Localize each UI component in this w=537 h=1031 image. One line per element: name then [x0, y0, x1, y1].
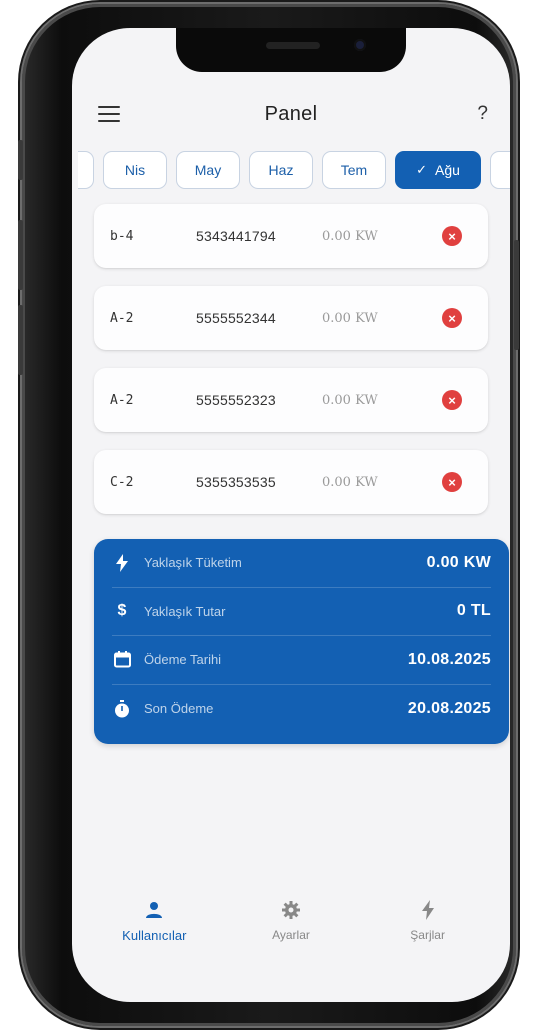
due-date-label: Son Ödeme [144, 701, 214, 717]
month-chip[interactable] [78, 151, 94, 189]
device-usage: 0.00 KW [322, 392, 378, 408]
month-selector: Nis May Haz Tem ✓ Ağu Eyl [72, 151, 510, 191]
month-chip[interactable]: Haz [249, 151, 313, 189]
page-title: Panel [264, 102, 318, 125]
bolt-icon [421, 898, 435, 922]
stopwatch-icon [112, 699, 132, 719]
delete-icon[interactable]: × [442, 226, 462, 246]
consumption-label: Yaklaşık Tüketim [144, 555, 242, 571]
nav-label-charges: Şarjlar [410, 928, 445, 942]
check-icon: ✓ [416, 162, 427, 177]
device-card[interactable]: b-4 5343441794 0.00 KW × [94, 204, 488, 268]
delete-icon[interactable]: × [442, 472, 462, 492]
consumption-value: 0.00 KW [426, 553, 491, 571]
month-chip[interactable]: May [176, 151, 240, 189]
help-icon[interactable]: ? [477, 103, 488, 125]
payment-date-value: 10.08.2025 [407, 650, 491, 668]
calendar-icon [112, 650, 132, 670]
amount-label: Yaklaşık Tutar [144, 603, 226, 619]
device-usage: 0.00 KW [322, 310, 378, 326]
app-screen: Panel ? Nis May Haz Tem ✓ Ağu Eyl b-4 534344179… [72, 28, 510, 1002]
summary-panel: Yaklaşık Tüketim 0.00 KW $ Yaklaşık Tuta… [94, 539, 509, 744]
nav-item-charges[interactable]: Şarjlar [373, 898, 483, 968]
bolt-icon [112, 553, 132, 573]
device-phone: 5355353535 [196, 474, 276, 490]
nav-item-settings[interactable]: Ayarlar [236, 898, 346, 968]
bottom-navigation: Kullanıcılar Ayarlar Şarjlar [72, 898, 510, 968]
device-card[interactable]: A-2 5555552323 0.00 KW × [94, 368, 488, 432]
due-date-value: 20.08.2025 [407, 699, 491, 717]
device-card[interactable]: A-2 5555552344 0.00 KW × [94, 286, 488, 350]
month-chip[interactable]: Eyl [490, 151, 510, 189]
month-chip-label: Ağu [434, 162, 460, 178]
summary-row-payment-date: Ödeme Tarihi 10.08.2025 [112, 636, 491, 685]
device-phone: 5343441794 [196, 228, 276, 244]
dollar-icon: $ [117, 602, 127, 620]
device-phone: 5555552344 [196, 310, 276, 326]
month-chip-label: Nis [124, 162, 146, 178]
device-card[interactable]: C-2 5355353535 0.00 KW × [94, 450, 488, 514]
summary-row-consumption: Yaklaşık Tüketim 0.00 KW [112, 539, 491, 588]
month-chip-label: May [194, 162, 222, 178]
nav-label-users: Kullanıcılar [122, 928, 187, 943]
device-code: A-2 [110, 310, 134, 326]
app-header: Panel ? [72, 82, 510, 146]
device-shell: Panel ? Nis May Haz Tem ✓ Ağu Eyl b-4 534344179… [22, 4, 516, 1026]
device-phone: 5555552323 [196, 392, 276, 408]
payment-date-label: Ödeme Tarihi [144, 652, 222, 668]
gear-icon [281, 898, 300, 922]
delete-icon[interactable]: × [442, 308, 462, 328]
amount-value: 0 TL [456, 602, 491, 620]
device-usage: 0.00 KW [322, 228, 378, 244]
month-chip[interactable]: ✓ Ağu [395, 151, 481, 189]
month-chip-label: Haz [268, 162, 294, 178]
device-code: b-4 [110, 228, 134, 244]
device-list: b-4 5343441794 0.00 KW × A-2 5555552344 0.00 K… [94, 204, 488, 532]
month-chip[interactable]: Nis [103, 151, 167, 189]
device-code: C-2 [110, 474, 134, 490]
device-code: A-2 [110, 392, 134, 408]
month-chip[interactable]: Tem [322, 151, 386, 189]
summary-row-amount: $ Yaklaşık Tutar 0 TL [112, 588, 491, 636]
nav-label-settings: Ayarlar [272, 928, 310, 942]
hamburger-menu-icon[interactable] [98, 106, 120, 122]
month-chip-label: Tem [340, 162, 368, 178]
summary-row-due-date: Son Ödeme 20.08.2025 [112, 685, 491, 734]
device-usage: 0.00 KW [322, 474, 378, 490]
front-camera [354, 39, 366, 51]
user-icon [145, 898, 163, 922]
notch [176, 28, 406, 72]
delete-icon[interactable]: × [442, 390, 462, 410]
speaker-grille [266, 42, 320, 49]
nav-item-users[interactable]: Kullanıcılar [99, 898, 209, 968]
